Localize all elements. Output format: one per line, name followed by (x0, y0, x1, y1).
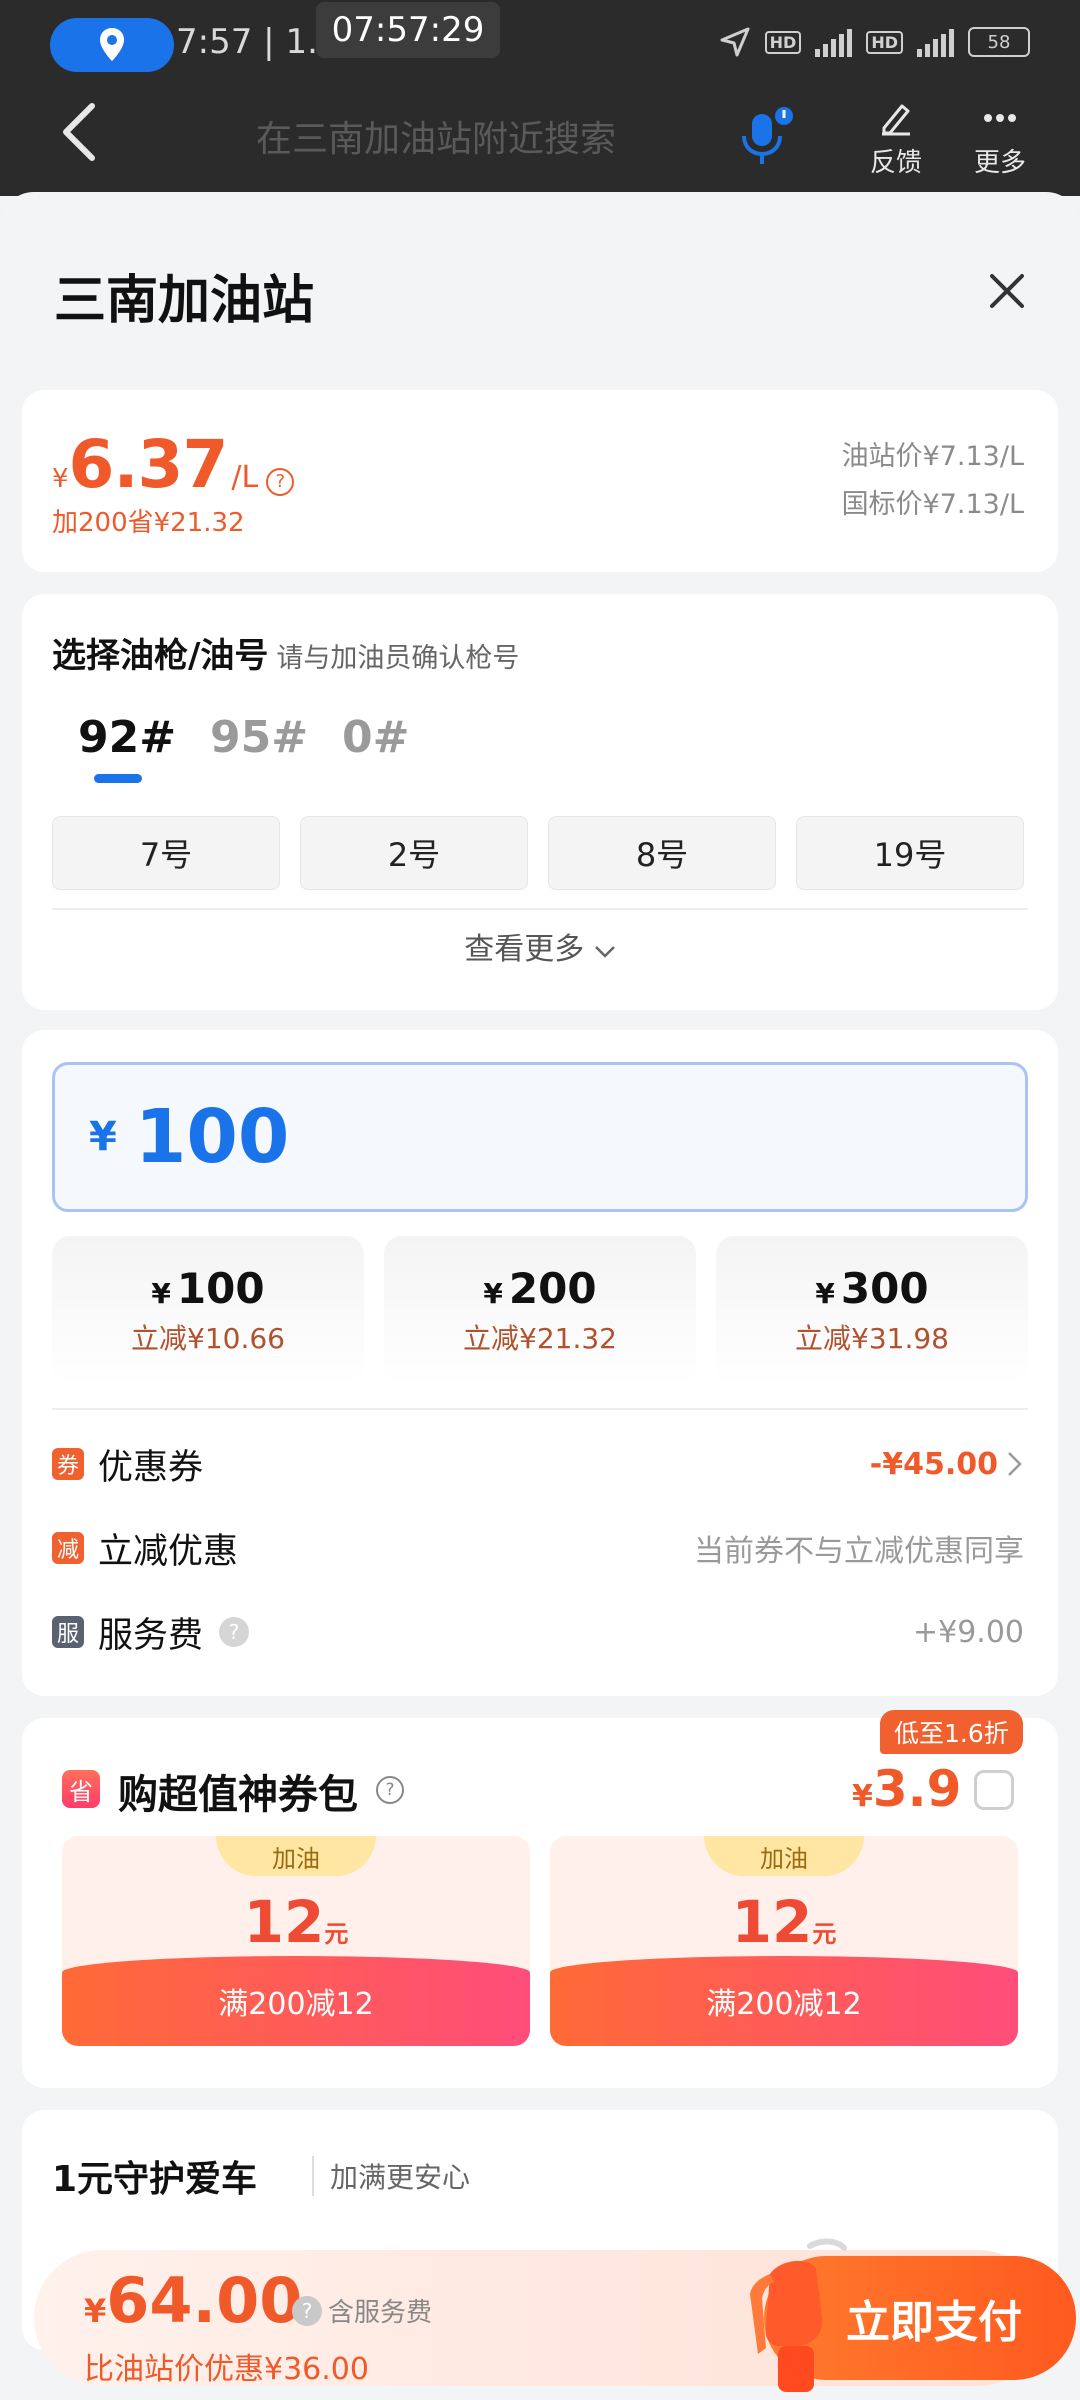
pack-title: 购超值神券包 (118, 1772, 358, 1818)
voice-mic-icon[interactable] (736, 104, 796, 168)
preset-200-button[interactable]: ¥200 立减¥21.32 (384, 1236, 696, 1386)
instant-badge: 减 (52, 1532, 84, 1564)
more-dots-icon (984, 114, 1016, 122)
coupon-item: 加油 12元 满200减12 (62, 1836, 530, 2046)
price-save-text: 加200省¥21.32 (52, 508, 245, 538)
protect-subtitle: 加满更安心 (312, 2156, 470, 2196)
hd-icon: HD (866, 30, 903, 54)
nozzle-hint: 请与加油员确认枪号 (276, 643, 520, 674)
help-icon[interactable]: ? (292, 2295, 322, 2326)
service-fee-note: ? 含服务费 (292, 2292, 432, 2329)
back-arrow-icon[interactable] (58, 100, 102, 164)
amount-card: ¥ 100 ¥100 立减¥10.66 ¥200 立减¥21.32 ¥300 立… (22, 1030, 1058, 1696)
instant-discount-row: 减 立减优惠 当前券不与立减优惠同享 (52, 1520, 1024, 1576)
pay-bar: ¥64.00 ? 含服务费 比油站价优惠¥36.00 立即支付 (34, 2238, 1076, 2392)
help-icon[interactable]: ? (219, 1617, 250, 1647)
coupon-badge: 券 (52, 1448, 84, 1480)
protect-title: 1元守护爱车 (52, 2159, 258, 2200)
pay-total: ¥64.00 (84, 2264, 303, 2337)
coupon-row[interactable]: 券 优惠券 -¥45.00 (52, 1436, 1024, 1492)
more-button[interactable]: 更多 (960, 98, 1040, 179)
instant-note: 当前券不与立减优惠同享 (694, 1534, 1024, 1569)
gun-button-2[interactable]: 2号 (300, 816, 528, 890)
amount-input[interactable]: ¥ 100 (52, 1062, 1028, 1212)
status-and-nav-area: 7:57 | 1.1K/s 07:57:29 HD HD 58 在三南加油站附近… (0, 0, 1080, 196)
pay-save-text: 比油站价优惠¥36.00 (84, 2352, 369, 2387)
national-price: 国标价¥7.13/L (841, 489, 1024, 520)
search-placeholder[interactable]: 在三南加油站附近搜索 (256, 110, 616, 162)
status-icons: HD HD 58 (719, 26, 1030, 58)
preset-100-button[interactable]: ¥100 立减¥10.66 (52, 1236, 364, 1386)
tab-0[interactable]: 0# (342, 712, 409, 763)
fuel-nozzle-icon (750, 2238, 847, 2392)
edit-pen-icon (882, 104, 910, 136)
nozzle-card: 选择油枪/油号 请与加油员确认枪号 92# 95# 0# 7号 2号 8号 19号… (22, 594, 1058, 1010)
coupon-item: 加油 12元 满200减12 (550, 1836, 1018, 2046)
close-icon[interactable] (984, 268, 1030, 314)
feedback-button[interactable]: 反馈 (856, 98, 936, 179)
preset-300-button[interactable]: ¥300 立减¥31.98 (716, 1236, 1028, 1386)
location-pill[interactable] (50, 18, 174, 72)
hd-icon: HD (764, 30, 802, 54)
save-badge: 省 (62, 1770, 100, 1808)
pack-price: ¥3.9 (852, 1760, 962, 1818)
station-price: 油站价¥7.13/L (841, 441, 1024, 472)
location-pin-icon (100, 28, 124, 61)
battery-icon: 58 (968, 27, 1030, 57)
discount-tag: 低至1.6折 (880, 1710, 1023, 1754)
gun-button-19[interactable]: 19号 (796, 816, 1024, 890)
help-icon[interactable]: ? (376, 1776, 404, 1804)
tab-indicator (94, 774, 142, 783)
help-icon[interactable]: ? (266, 467, 295, 496)
see-more-button[interactable]: 查看更多 (22, 924, 1058, 968)
tab-92[interactable]: 92# (78, 712, 176, 763)
service-badge: 服 (52, 1616, 84, 1648)
chevron-right-icon (1008, 1452, 1022, 1476)
nozzle-section-title: 选择油枪/油号 请与加油员确认枪号 (52, 636, 520, 676)
divider (52, 1408, 1028, 1410)
service-fee-value: +¥9.00 (912, 1614, 1024, 1650)
discount-price: ¥ 6.37 /L ? (52, 426, 295, 503)
tab-95[interactable]: 95# (210, 712, 308, 763)
service-fee-row: 服 服务费 ? +¥9.00 (52, 1604, 1024, 1660)
pack-checkbox[interactable] (974, 1770, 1014, 1810)
price-card: ¥ 6.37 /L ? 加200省¥21.32 油站价¥7.13/L 国标价¥7… (22, 390, 1058, 572)
signal-icon (917, 27, 954, 57)
signal-icon (815, 27, 853, 57)
navigation-arrow-icon (720, 27, 750, 57)
chevron-down-icon (594, 946, 615, 958)
gun-button-8[interactable]: 8号 (548, 816, 776, 890)
divider (52, 908, 1028, 910)
coupon-value: -¥45.00 (869, 1446, 998, 1482)
clock-overlay: 07:57:29 (316, 2, 500, 58)
gun-button-7[interactable]: 7号 (52, 816, 280, 890)
page-title: 三南加油站 (54, 271, 315, 331)
coupon-pack-card: 低至1.6折 省 购超值神券包 ? ¥3.9 加油 12元 满200减12 加油… (22, 1710, 1058, 2088)
